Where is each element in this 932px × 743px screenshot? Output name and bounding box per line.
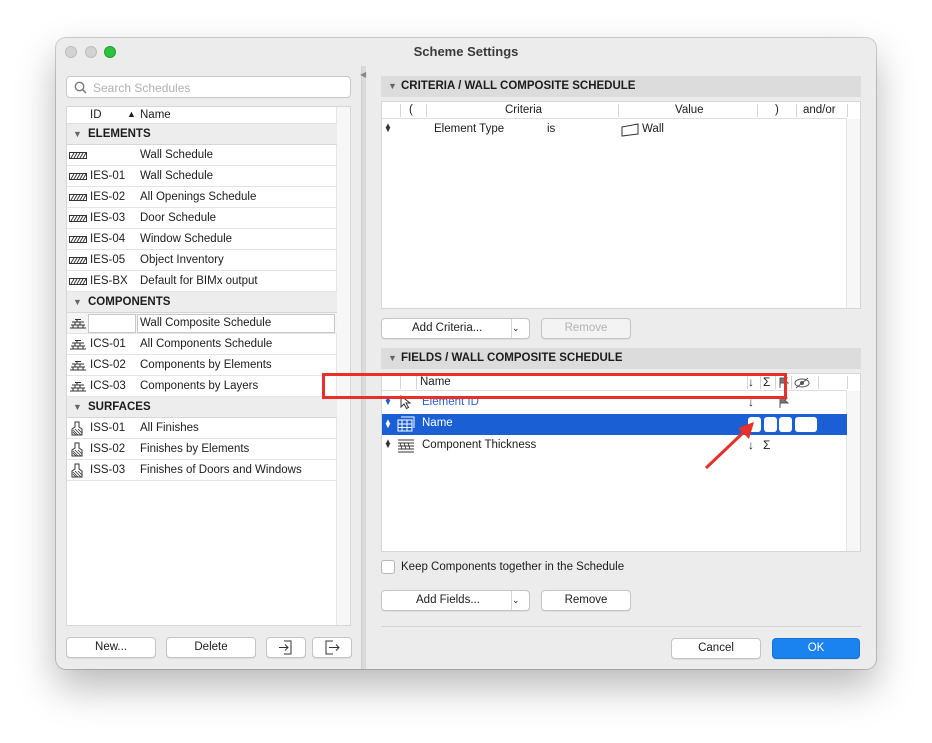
sort-ascending-icon: ▲ — [127, 109, 136, 119]
wall-hatch-icon — [69, 257, 87, 264]
fields-section-header[interactable]: ▼ FIELDS / WALL COMPOSITE SCHEDULE — [381, 348, 861, 369]
fields-table[interactable]: Name ↓ Σ ▲ ▼ Element ID ↓ ▲ ▼ Name ▲ ▼ C… — [381, 373, 861, 552]
list-item[interactable]: Wall Schedule — [67, 145, 337, 166]
chevron-down-icon[interactable]: ⌄ — [511, 591, 529, 610]
disclosure-triangle-icon: ▼ — [388, 81, 397, 91]
reorder-handle-icon[interactable]: ▲ ▼ — [384, 418, 392, 430]
list-item[interactable]: IES-03 Door Schedule — [67, 208, 337, 229]
criteria-section-header[interactable]: ▼ CRITERIA / WALL COMPOSITE SCHEDULE — [381, 76, 861, 97]
search-icon — [74, 81, 87, 94]
import-icon — [279, 640, 292, 655]
collapse-left-icon: ◀ — [360, 70, 367, 79]
add-criteria-button[interactable]: Add Criteria... ⌄ — [381, 318, 530, 339]
list-scrollbar[interactable] — [336, 107, 350, 625]
list-item[interactable]: IES-01 Wall Schedule — [67, 166, 337, 187]
keep-components-label: Keep Components together in the Schedule — [401, 561, 625, 573]
list-item[interactable]: ICS-01 All Components Schedule — [67, 334, 337, 355]
composite-layers-icon — [70, 382, 86, 392]
export-icon — [325, 640, 340, 655]
annotation-arrow-icon — [704, 422, 754, 470]
flag-toggle-box[interactable] — [779, 417, 792, 432]
surface-brush-icon — [71, 421, 83, 436]
surface-brush-icon — [71, 442, 83, 457]
disclosure-triangle-icon: ▼ — [73, 297, 82, 307]
chevron-down-icon[interactable]: ⌄ — [511, 319, 529, 338]
composite-layers-icon — [70, 340, 86, 350]
criteria-scrollbar[interactable] — [846, 119, 860, 308]
list-item[interactable]: IES-02 All Openings Schedule — [67, 187, 337, 208]
wall-hatch-icon — [69, 278, 87, 285]
list-item[interactable]: IES-04 Window Schedule — [67, 229, 337, 250]
criteria-row[interactable]: ▲ ▼ Element Type is Wall — [382, 120, 847, 140]
disclosure-triangle-icon: ▼ — [73, 402, 82, 412]
column-id[interactable]: ID — [90, 109, 102, 121]
scheme-settings-window: Scheme Settings Search Schedules ID ▲ Na… — [56, 38, 876, 669]
hide-toggle-box[interactable] — [795, 417, 817, 432]
column-name[interactable]: Name — [140, 109, 171, 121]
sum-toggle-box[interactable] — [764, 417, 777, 432]
composite-component-icon — [397, 416, 415, 432]
wall-hatch-icon — [69, 236, 87, 243]
list-item[interactable]: ISS-01 All Finishes — [67, 418, 337, 439]
list-header: ID ▲ Name — [67, 107, 338, 124]
criteria-column-header: ( Criteria Value ) and/or — [382, 102, 848, 119]
highlight-annotation-box — [322, 373, 787, 399]
group-components[interactable]: ▼ COMPONENTS — [67, 292, 337, 313]
list-item[interactable]: IES-BX Default for BIMx output — [67, 271, 337, 292]
search-schedules-input[interactable]: Search Schedules — [66, 76, 351, 98]
criteria-table[interactable]: ( Criteria Value ) and/or ▲ ▼ Element Typ… — [381, 101, 861, 309]
list-item[interactable]: IES-05 Object Inventory — [67, 250, 337, 271]
disclosure-triangle-icon: ▼ — [73, 129, 82, 139]
surface-brush-icon — [71, 463, 83, 478]
composite-layers-icon — [70, 319, 86, 329]
list-item[interactable]: ISS-02 Finishes by Elements — [67, 439, 337, 460]
list-item[interactable]: ICS-02 Components by Elements — [67, 355, 337, 376]
fields-scrollbar[interactable] — [846, 391, 860, 551]
search-placeholder: Search Schedules — [93, 81, 191, 95]
field-row-name-selected[interactable]: ▲ ▼ Name — [382, 414, 847, 435]
hidden-eye-icon — [794, 377, 810, 389]
schedule-list[interactable]: ID ▲ Name ▼ ELEMENTS Wall Schedule IES-0… — [66, 106, 351, 626]
field-row-component-thickness[interactable]: ▲ ▼ Component Thickness ↓ Σ — [382, 436, 847, 456]
wall-hatch-icon — [69, 215, 87, 222]
group-surfaces[interactable]: ▼ SURFACES — [67, 397, 337, 418]
keep-components-checkbox[interactable] — [381, 560, 395, 574]
new-button[interactable]: New... — [66, 637, 156, 658]
delete-button[interactable]: Delete — [166, 637, 256, 658]
ok-button[interactable]: OK — [772, 638, 860, 659]
list-item[interactable]: ISS-03 Finishes of Doors and Windows — [67, 460, 337, 481]
panel-splitter[interactable]: ◀ — [360, 66, 367, 669]
wall-hatch-icon — [69, 152, 87, 159]
reorder-handle-icon[interactable]: ▲ ▼ — [384, 122, 392, 134]
remove-fields-button[interactable]: Remove — [541, 590, 631, 611]
wall-hatch-icon — [69, 173, 87, 180]
footer-divider — [381, 626, 861, 627]
reorder-handle-icon[interactable]: ▲ ▼ — [384, 438, 392, 450]
import-button[interactable] — [266, 637, 306, 658]
wall-hatch-icon — [69, 194, 87, 201]
add-fields-button[interactable]: Add Fields... ⌄ — [381, 590, 530, 611]
sum-icon[interactable]: Σ — [763, 438, 770, 452]
list-item[interactable]: ICS-03 Components by Layers — [67, 376, 337, 397]
id-edit-field[interactable] — [88, 314, 136, 333]
wall-element-icon — [621, 123, 639, 137]
disclosure-triangle-icon: ▼ — [388, 353, 397, 363]
window-title: Scheme Settings — [413, 44, 519, 59]
thickness-hatch-icon — [398, 439, 414, 453]
composite-layers-icon — [70, 361, 86, 371]
cancel-button[interactable]: Cancel — [671, 638, 761, 659]
remove-criteria-button[interactable]: Remove — [541, 318, 631, 339]
group-elements[interactable]: ▼ ELEMENTS — [67, 124, 337, 145]
list-item-selected[interactable]: Wall Composite Schedule — [67, 313, 337, 334]
export-button[interactable] — [312, 637, 352, 658]
title-bar: Scheme Settings — [56, 38, 876, 66]
